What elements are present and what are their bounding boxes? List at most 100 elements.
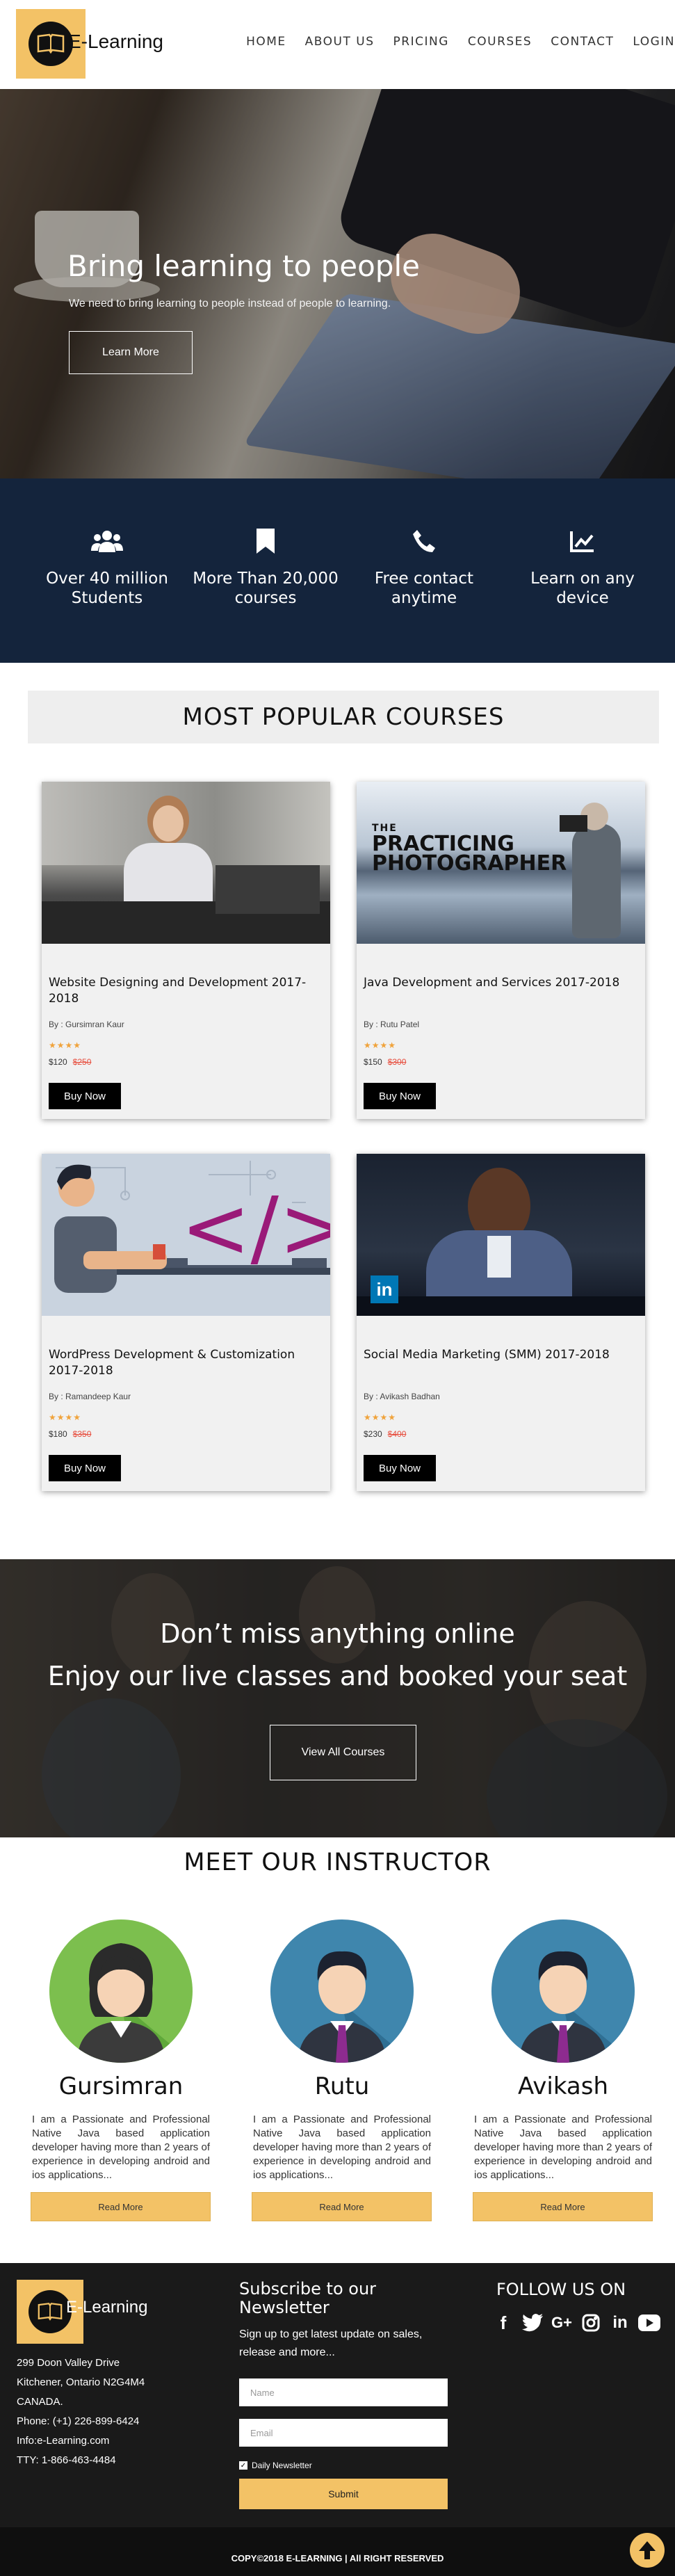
read-more-button[interactable]: Read More [31,2192,211,2221]
feature-item: Learn on any device [503,478,662,663]
linkedin-icon: in [371,1275,398,1303]
chart-icon [503,527,662,555]
instructor-card: Gursimran I am a Passionate and Professi… [31,1919,211,2221]
old-price: $350 [72,1429,92,1439]
course-image: in [357,1154,645,1316]
old-price: $250 [72,1057,92,1067]
read-more-button[interactable]: Read More [252,2192,432,2221]
copyright: COPY©2018 E-LEARNING | All RIGHT RESERVE… [0,2527,675,2576]
hero-subtitle: We need to bring learning to people inst… [69,298,391,309]
subscribe-title: Subscribe to our Newsletter [239,2279,377,2317]
linkedin-icon[interactable]: in [608,2310,633,2335]
subscribe-text: Sign up to get latest update on sales, r… [239,2328,423,2358]
twitter-icon[interactable] [520,2310,545,2335]
course-image [42,782,330,944]
instructor-bio: I am a Passionate and Professional Nativ… [32,2114,210,2181]
rating-stars: ★★★★ [49,1412,82,1422]
avatar [270,1919,414,2063]
phone-icon [345,527,503,555]
course-price: $230 $400 [364,1429,407,1439]
course-title[interactable]: Java Development and Services 2017-2018 [364,975,638,991]
nav-about[interactable]: ABOUT US [305,35,375,49]
email-input[interactable]: Email [239,2419,448,2447]
name-input[interactable]: Name [239,2378,448,2406]
footer-logo-text: E-Learning [66,2298,148,2317]
course-author: By : Avikash Badhan [364,1392,440,1401]
nav-contact[interactable]: CONTACT [551,35,614,49]
avatar [491,1919,635,2063]
google-plus-icon[interactable]: G+ [549,2310,574,2335]
nav-menu: HOME ABOUT US PRICING COURSES CONTACT LO… [227,35,675,49]
buy-now-button[interactable]: Buy Now [49,1083,121,1109]
footer: E-Learning 299 Doon Valley Drive Kitchen… [0,2263,675,2527]
nav-courses[interactable]: COURSES [468,35,532,49]
course-image: THE PRACTICING PHOTOGRAPHER [357,782,645,944]
avatar [49,1919,193,2063]
arrow-up-icon [639,2541,656,2559]
course-title[interactable]: Website Designing and Development 2017-2… [49,975,323,1007]
book-icon [29,22,73,66]
instagram-icon[interactable] [578,2310,603,2335]
daily-newsletter-checkbox[interactable]: ✓ Daily Newsletter [239,2461,312,2470]
view-all-courses-button[interactable]: View All Courses [270,1725,416,1780]
instructor-name: Rutu [314,2072,370,2100]
read-more-button[interactable]: Read More [473,2192,653,2221]
navbar: E-Learning HOME ABOUT US PRICING COURSES… [0,0,675,89]
nav-pricing[interactable]: PRICING [393,35,449,49]
course-author: By : Ramandeep Kaur [49,1392,131,1401]
social-links: f G+ in [491,2310,662,2335]
users-icon [28,527,186,555]
instructor-name: Gursimran [58,2072,184,2100]
course-title[interactable]: Social Media Marketing (SMM) 2017-2018 [364,1347,638,1363]
instructor-card: Avikash I am a Passionate and Profession… [473,1919,653,2221]
banner-line-2: Enjoy our live classes and booked your s… [47,1661,628,1691]
nav-login[interactable]: LOGIN [633,35,675,49]
course-card[interactable]: in Social Media Marketing (SMM) 2017-201… [357,1154,645,1491]
course-price: $180 $350 [49,1429,92,1439]
instructor-card: Rutu I am a Passionate and Professional … [252,1919,432,2221]
facebook-icon[interactable]: f [491,2310,516,2335]
rating-stars: ★★★★ [364,1040,397,1050]
instructor-bio: I am a Passionate and Professional Nativ… [474,2114,652,2181]
course-author: By : Gursimran Kaur [49,1020,124,1029]
footer-address: 299 Doon Valley Drive Kitchener, Ontario… [17,2357,145,2466]
feature-item: More Than 20,000 courses [186,478,345,663]
course-card[interactable]: </> WordPress Development & Customizatio… [42,1154,330,1491]
buy-now-button[interactable]: Buy Now [364,1083,436,1109]
instructors-title: MEET OUR INSTRUCTOR [184,1849,491,1876]
old-price: $400 [387,1429,407,1439]
youtube-icon[interactable] [637,2310,662,2335]
svg-text:</>: </> [181,1180,330,1277]
feature-item: Over 40 million Students [28,478,186,663]
book-icon [29,2290,72,2333]
hero-title: Bring learning to people [67,249,420,283]
submit-button[interactable]: Submit [239,2479,448,2509]
checkbox-checked-icon[interactable]: ✓ [239,2461,247,2470]
logo-text: E-Learning [68,31,163,52]
nav-home[interactable]: HOME [246,35,286,49]
instructor-name: Avikash [517,2072,609,2100]
course-card[interactable]: THE PRACTICING PHOTOGRAPHER Java Develop… [357,782,645,1119]
course-image-text: THE PRACTICING PHOTOGRAPHER [372,823,567,876]
rating-stars: ★★★★ [364,1412,397,1422]
buy-now-button[interactable]: Buy Now [364,1455,436,1481]
course-price: $120 $250 [49,1057,92,1067]
live-classes-banner: Don’t miss anything online Enjoy our liv… [0,1559,675,1837]
course-author: By : Rutu Patel [364,1020,420,1029]
learn-more-button[interactable]: Learn More [69,331,193,374]
course-image: </> [42,1154,330,1316]
scroll-to-top-button[interactable] [630,2533,665,2568]
course-card[interactable]: Website Designing and Development 2017-2… [42,782,330,1119]
course-price: $150 $300 [364,1057,407,1067]
rating-stars: ★★★★ [49,1040,82,1050]
course-title[interactable]: WordPress Development & Customization 20… [49,1347,323,1379]
follow-us-title: FOLLOW US ON [496,2280,626,2299]
bookmark-icon [186,527,345,555]
old-price: $300 [387,1057,407,1067]
feature-item: Free contact anytime [345,478,503,663]
popular-courses-title: MOST POPULAR COURSES [28,691,659,743]
hero-section: Bring learning to people We need to brin… [0,89,675,478]
features-section: Over 40 million Students More Than 20,00… [0,478,675,663]
instructor-bio: I am a Passionate and Professional Nativ… [253,2114,431,2181]
buy-now-button[interactable]: Buy Now [49,1455,121,1481]
